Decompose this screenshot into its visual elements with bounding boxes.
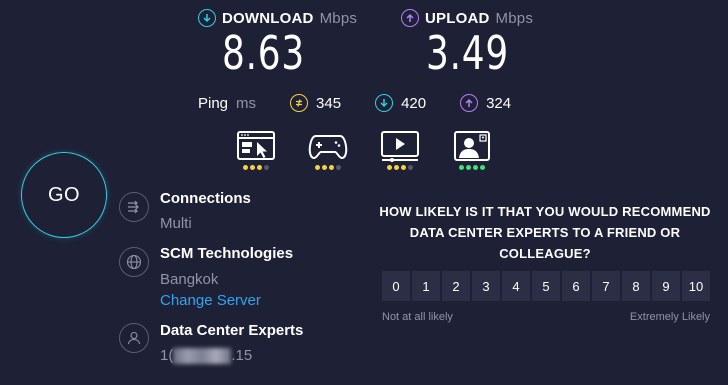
rating-dot [473,165,478,170]
download-speed-value: 8.63 [222,26,306,80]
upload-header: UPLOAD Mbps [401,9,533,27]
video-chat-quality[interactable] [452,130,492,170]
download-unit: Mbps [319,9,358,27]
rating-dot [243,165,248,170]
host-ip-start: 1( [160,347,174,364]
download-header: DOWNLOAD Mbps [198,9,357,27]
idle-ping-value: 345 [316,94,342,112]
download-ping-value: 420 [401,94,427,112]
download-label: DOWNLOAD [222,9,314,27]
video-streaming-icon [381,131,419,162]
rating-dot [480,165,485,170]
isp-name: SCM Technologies [160,245,294,262]
rating-dot [264,165,269,170]
rating-dot [250,165,255,170]
rating-dot [459,165,464,170]
ping-row: Ping ms 345 420 324 [198,94,511,112]
rating-dot [322,165,327,170]
upload-icon [401,9,419,27]
rating-option-8[interactable]: 8 [622,271,650,301]
rating-dot [329,165,334,170]
rating-option-4[interactable]: 4 [502,271,530,301]
rating-dot [257,165,262,170]
connections-title: Connections [160,190,251,207]
web-browsing-quality[interactable] [236,130,276,170]
change-server-link[interactable]: Change Server [160,292,261,309]
gaming-icon [308,135,348,160]
rating-scale: 0 1 2 3 4 5 6 7 8 9 10 [382,271,710,301]
idle-ping: 345 [290,94,341,112]
scale-low-label: Not at all likely [382,311,453,323]
video-chat-rating [452,165,492,170]
ping-unit: ms [236,94,257,112]
rating-option-5[interactable]: 5 [532,271,560,301]
rating-option-7[interactable]: 7 [592,271,620,301]
rating-option-9[interactable]: 9 [652,271,680,301]
rating-option-10[interactable]: 10 [682,271,710,301]
download-ping-icon [375,94,394,112]
upload-label: UPLOAD [425,9,490,27]
web-browsing-icon [237,131,275,160]
upload-ping: 324 [460,94,511,112]
globe-icon [119,247,149,277]
ping-label: Ping [198,94,229,112]
rating-option-2[interactable]: 2 [442,271,470,301]
rating-option-1[interactable]: 1 [412,271,440,301]
video-streaming-rating [380,165,420,170]
download-icon [198,9,216,27]
rating-dot [401,165,406,170]
user-icon [119,323,149,353]
upload-ping-value: 324 [486,94,512,112]
rating-option-0[interactable]: 0 [382,271,410,301]
upload-unit: Mbps [495,9,534,27]
rating-option-3[interactable]: 3 [472,271,500,301]
survey-question: HOW LIKELY IS IT THAT YOU WOULD RECOMMEN… [379,204,711,261]
gaming-quality[interactable] [308,130,348,170]
rating-dot [336,165,341,170]
scale-high-label: Extremely Likely [629,311,710,323]
download-ping: 420 [375,94,426,112]
gaming-rating [308,165,348,170]
rating-dot [466,165,471,170]
connections-icon [119,192,149,222]
upload-speed-value: 3.49 [426,26,510,80]
rating-dot [387,165,392,170]
go-button[interactable]: GO [21,152,107,238]
rating-option-6[interactable]: 6 [562,271,590,301]
idle-ping-icon [290,94,309,112]
rating-dot [315,165,320,170]
rating-dot [408,165,413,170]
rating-dot [394,165,399,170]
video-streaming-quality[interactable] [380,130,420,170]
ip-redaction [173,347,232,364]
host-name: Data Center Experts [160,322,304,339]
connections-mode[interactable]: Multi [160,215,192,232]
web-browsing-rating [236,165,276,170]
host-ip: 1( .15 [160,347,252,364]
video-chat-icon [454,131,490,161]
host-ip-end: .15 [231,347,253,364]
isp-location: Bangkok [160,271,219,288]
upload-ping-icon [460,94,479,112]
